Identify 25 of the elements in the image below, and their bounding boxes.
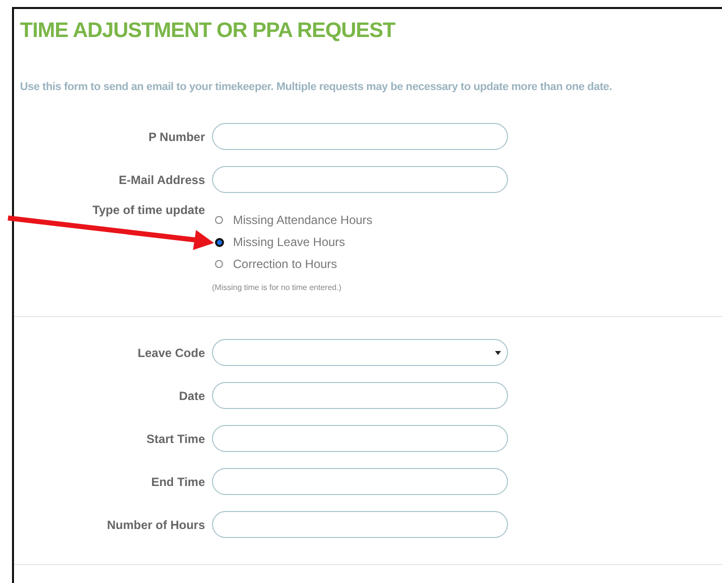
input-field[interactable] <box>212 382 508 409</box>
field-label: Date <box>178 388 206 402</box>
input-field[interactable] <box>212 468 508 495</box>
field-label: End Time <box>150 474 206 488</box>
radio-label[interactable]: Missing Attendance Hours <box>233 213 372 227</box>
radio-button[interactable] <box>215 238 224 246</box>
field-label: E-Mail Address <box>118 172 206 186</box>
field-label: Start Time <box>146 432 206 446</box>
radio-label[interactable]: Correction to Hours <box>233 257 338 271</box>
select-field[interactable] <box>212 339 508 366</box>
radio-label[interactable]: Missing Leave Hours <box>233 235 346 249</box>
form-title: TIME ADJUSTMENT OR PPA REQUEST <box>19 19 396 43</box>
input-field[interactable] <box>212 425 508 452</box>
form-description: Use this form to send an email to your timekeeper. Multiple requests may be necessary to update more than one date. <box>19 81 613 93</box>
caret-icon <box>495 351 501 355</box>
input-field[interactable] <box>212 166 508 193</box>
field-label: P Number <box>148 130 206 144</box>
radio-button[interactable] <box>215 260 223 268</box>
field-label: Number of Hours <box>106 518 206 532</box>
field-label: Leave Code <box>136 346 206 360</box>
input-field[interactable] <box>212 511 508 538</box>
input-field[interactable] <box>212 123 508 150</box>
field-label: Type of time update <box>92 203 206 217</box>
hint-text: (Missing time is for no time entered.) <box>212 283 342 292</box>
radio-button[interactable] <box>215 216 223 224</box>
